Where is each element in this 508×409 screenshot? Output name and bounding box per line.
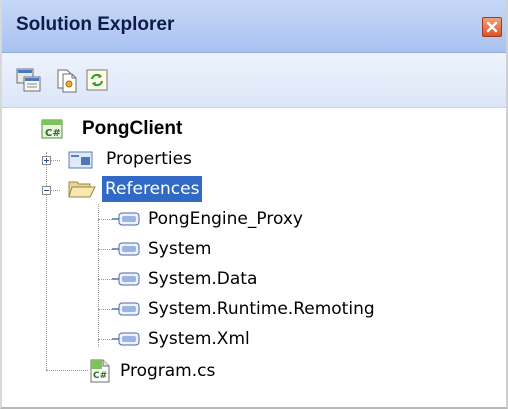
csharp-file-icon: C# (90, 359, 110, 383)
reference-label: System.Runtime.Remoting (148, 299, 375, 319)
properties-button[interactable] (16, 67, 42, 93)
properties-folder-icon (68, 151, 93, 169)
svg-text:C#: C# (45, 128, 61, 139)
references-label: References (102, 176, 203, 202)
show-all-files-button[interactable] (54, 67, 80, 93)
expand-icon[interactable] (42, 156, 51, 165)
reference-label: PongEngine_Proxy (148, 209, 303, 229)
reference-item[interactable]: System (2, 234, 506, 264)
tree-item-properties[interactable]: Properties (2, 144, 506, 174)
close-button[interactable] (482, 17, 502, 37)
csharp-project-icon: C# (41, 119, 63, 139)
solution-tree: C# PongClient Properties References Pong… (2, 108, 506, 407)
assembly-reference-icon (112, 212, 140, 226)
reference-label: System (148, 239, 212, 259)
close-icon (486, 21, 498, 33)
reference-item[interactable]: System.Data (2, 264, 506, 294)
svg-text:C#: C# (93, 371, 107, 381)
assembly-reference-icon (112, 242, 140, 256)
properties-label: Properties (106, 149, 192, 169)
reference-label: System.Data (148, 269, 258, 289)
tree-item-references[interactable]: References (2, 174, 506, 204)
reference-item[interactable]: System.Xml (2, 324, 506, 354)
folder-open-icon (68, 181, 96, 198)
reference-item[interactable]: System.Runtime.Remoting (2, 294, 506, 324)
properties-icon (16, 68, 41, 92)
reference-item[interactable]: PongEngine_Proxy (2, 204, 506, 234)
assembly-reference-icon (112, 332, 140, 346)
project-label: PongClient (82, 118, 183, 139)
tree-item-program-cs[interactable]: C# Program.cs (2, 356, 506, 386)
toolbar (2, 53, 506, 108)
collapse-icon[interactable] (42, 186, 51, 195)
reference-label: System.Xml (148, 329, 250, 349)
panel-title: Solution Explorer (16, 14, 175, 35)
program-cs-label: Program.cs (120, 361, 216, 381)
tree-item-project[interactable]: C# PongClient (2, 114, 506, 144)
refresh-icon (86, 69, 108, 91)
show-all-files-icon (57, 69, 77, 93)
assembly-reference-icon (112, 302, 140, 316)
title-bar[interactable]: Solution Explorer (2, 0, 506, 53)
assembly-reference-icon (112, 272, 140, 286)
refresh-button[interactable] (84, 67, 110, 93)
solution-explorer-panel: Solution Explorer C# PongClient Properti… (0, 0, 508, 409)
